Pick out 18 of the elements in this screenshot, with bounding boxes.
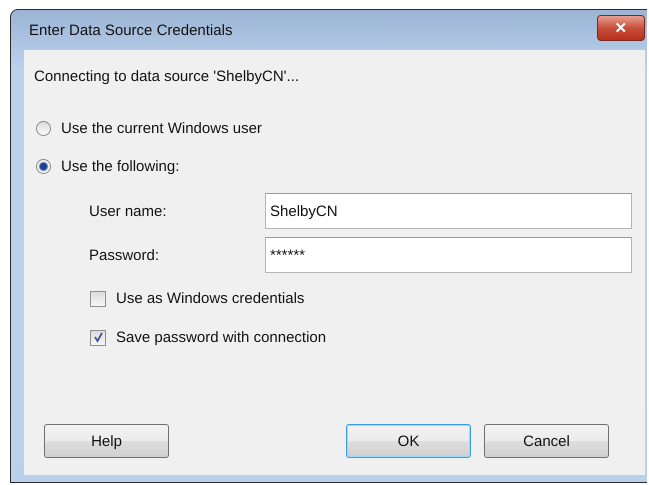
dialog-button[interactable]: Help bbox=[44, 424, 169, 458]
input-field[interactable]: ShelbyCN bbox=[265, 193, 632, 229]
radio-label: Use the following: bbox=[61, 158, 180, 174]
dialog-button[interactable]: Cancel bbox=[484, 424, 609, 458]
checkbox[interactable] bbox=[90, 290, 106, 306]
radio-label: Use the current Windows user bbox=[61, 120, 262, 136]
radio-button[interactable] bbox=[36, 158, 51, 174]
checkbox-label: Use as Windows credentials bbox=[116, 290, 304, 307]
input-field[interactable]: ****** bbox=[265, 237, 632, 273]
checkbox-label: Save password with connection bbox=[116, 329, 326, 346]
window-title: Enter Data Source Credentials bbox=[28, 22, 232, 38]
radio-button[interactable] bbox=[36, 120, 51, 136]
status-message: Connecting to data source 'ShelbyCN'... bbox=[34, 68, 300, 85]
checkbox[interactable] bbox=[90, 330, 106, 346]
close-button[interactable]: ✕ bbox=[597, 15, 645, 41]
field-label: User name: bbox=[89, 202, 168, 220]
field-label: Password: bbox=[89, 246, 160, 264]
dialog-button[interactable]: OK bbox=[346, 424, 471, 458]
